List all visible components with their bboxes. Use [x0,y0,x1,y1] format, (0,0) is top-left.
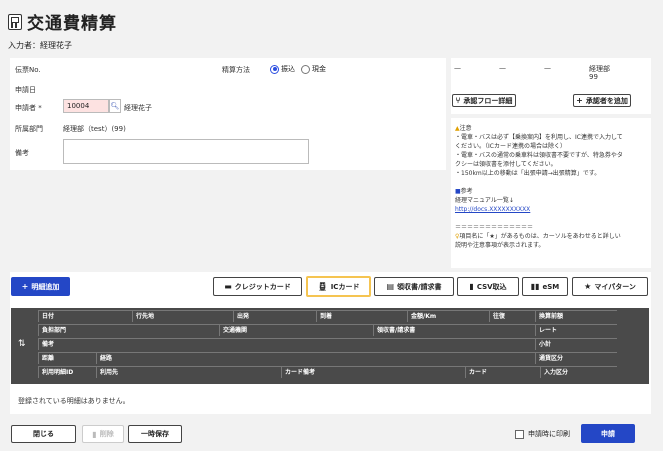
settle-label: 精算方法 [222,66,250,74]
final-approver-code: 99 [589,73,598,81]
col-arrival: 到着 [316,310,407,322]
bar-chart-icon: ▮▮ [530,282,540,291]
csv-import-button[interactable]: ▮ CSV取込 [457,277,519,296]
applicant-code-input[interactable]: 10004 [63,99,109,113]
approver-cell-2: — [499,64,506,72]
radio-selected-icon [270,64,279,74]
col-route: 経路 [96,352,535,364]
col-transport: 交通機関 [219,324,373,336]
col-currency: 通貨区分 [535,352,617,364]
credit-card-icon: ▬ [224,282,232,291]
receipt-button[interactable]: ▤ 領収書/請求書 [374,277,454,296]
applicant-name: 経理花子 [124,104,152,112]
note-line: クシーは領収書を添付してください。 [455,161,557,168]
apply-date-label: 申請日 [15,86,36,94]
empty-message: 登録されている明細はありません。 [18,397,130,405]
col-rate: レート [535,324,617,336]
checkbox-icon [515,429,524,439]
col-usage-place: 利用先 [96,366,281,378]
app-window: 交通費精算 入力者：経理花子 伝票No. 申請日 申請者 * 10004 🔍︎ … [0,0,663,451]
page-header: 交通費精算 [8,9,117,34]
col-remarks: 備考 [38,338,535,350]
col-usage-id: 利用明細ID [38,366,96,378]
settle-radio-transfer[interactable]: 振込 [270,64,295,74]
esm-button[interactable]: ▮▮ eSM [522,277,568,296]
entrant-label: 入力者：経理花子 [8,41,72,50]
col-distance: 距離 [38,352,96,364]
manual-link[interactable]: http://docs.XXXXXXXXXX [455,206,530,213]
page-title: 交通費精算 [27,14,117,34]
applicant-search-button[interactable]: 🔍︎ [109,99,121,113]
col-pre-conversion: 換算前額 [535,310,617,322]
settle-radio-cash[interactable]: 現金 [301,64,326,74]
approver-cell-1: — [454,64,461,72]
print-on-apply-checkbox[interactable]: 申請時に印刷 [515,429,570,439]
apply-button[interactable]: 申請 [581,424,635,443]
note-line: ・電車・バスの通常の乗車料は領収書不要ですが、特急券やタ [455,152,623,159]
col-date: 日付 [38,310,132,322]
separator-line: ＝＝＝＝＝＝＝＝＝＝＝＝＝ [455,224,534,231]
tip-line-2: 説明や注意事項が表示されます。 [455,242,545,249]
sort-icon[interactable]: ⇅ [18,339,26,349]
my-pattern-button[interactable]: ★ マイパターン [572,277,648,296]
credit-card-button[interactable]: ▬ クレジットカード [213,277,302,296]
col-card: カード [465,366,540,378]
train-icon: 🚆︎ [317,282,328,291]
approver-cell-3: — [544,64,551,72]
col-receipt: 領収書/請求書 [373,324,535,336]
close-button[interactable]: 閉じる [11,425,76,443]
reference-heading: ■参考 [455,188,473,195]
temp-save-button[interactable]: 一時保存 [128,425,182,443]
notes-content: ▲注意 ・電車・バスは必ず【乗換案内】を利用し、IC連携で入力して ください。（… [455,124,649,250]
plus-icon: + [576,96,583,105]
trash-icon: ▮ [92,429,97,439]
star-icon: ★ [584,282,592,291]
col-input-type: 入力区分 [540,366,617,378]
col-departure: 出発 [233,310,316,322]
add-detail-button[interactable]: + 明細追加 [11,277,70,296]
note-line: ・電車・バスは必ず【乗換案内】を利用し、IC連携で入力して [455,134,623,141]
radio-unselected-icon [301,64,310,74]
col-round-trip: 往復 [489,310,535,322]
note-line: ください。（ICカード連携の場合は除く） [455,143,566,150]
caution-heading: ▲注意 [455,125,472,132]
col-destination: 行先地 [132,310,233,322]
ic-card-button[interactable]: 🚆︎ ICカード [306,276,371,297]
add-approver-button[interactable]: + 承認者を追加 [573,94,631,107]
approval-flow-button[interactable]: ⑂ 承認フロー詳細 [452,94,516,107]
applicant-label: 申請者 * [15,104,42,112]
search-icon: 🔍︎ [110,102,120,110]
receipt-icon: ▤ [386,282,394,291]
delete-button[interactable]: ▮ 削除 [82,425,124,443]
reference-text: 経理マニュアル一覧↓ [455,197,514,204]
note-line: ・150km以上の移動は「出張申請→出張精算」です。 [455,170,601,177]
file-icon: ▮ [469,282,474,291]
remarks-label: 備考 [15,149,29,157]
calculator-icon [8,13,22,30]
voucher-label: 伝票No. [15,66,41,74]
tip-line: ♀項目名に「★」があるものは、カーソルをあわせると詳しい [455,233,621,240]
plus-icon: + [21,282,29,291]
dept-label: 所属部門 [15,125,43,133]
col-subtotal: 小計 [535,338,617,350]
flow-icon: ⑂ [455,96,461,105]
remarks-textarea[interactable] [63,139,309,164]
col-burden-dept: 負担部門 [38,324,219,336]
col-card-remarks: カード備考 [281,366,465,378]
col-amount: 金額/Km [407,310,489,322]
dept-value: 経理部（test）(99) [63,125,126,133]
